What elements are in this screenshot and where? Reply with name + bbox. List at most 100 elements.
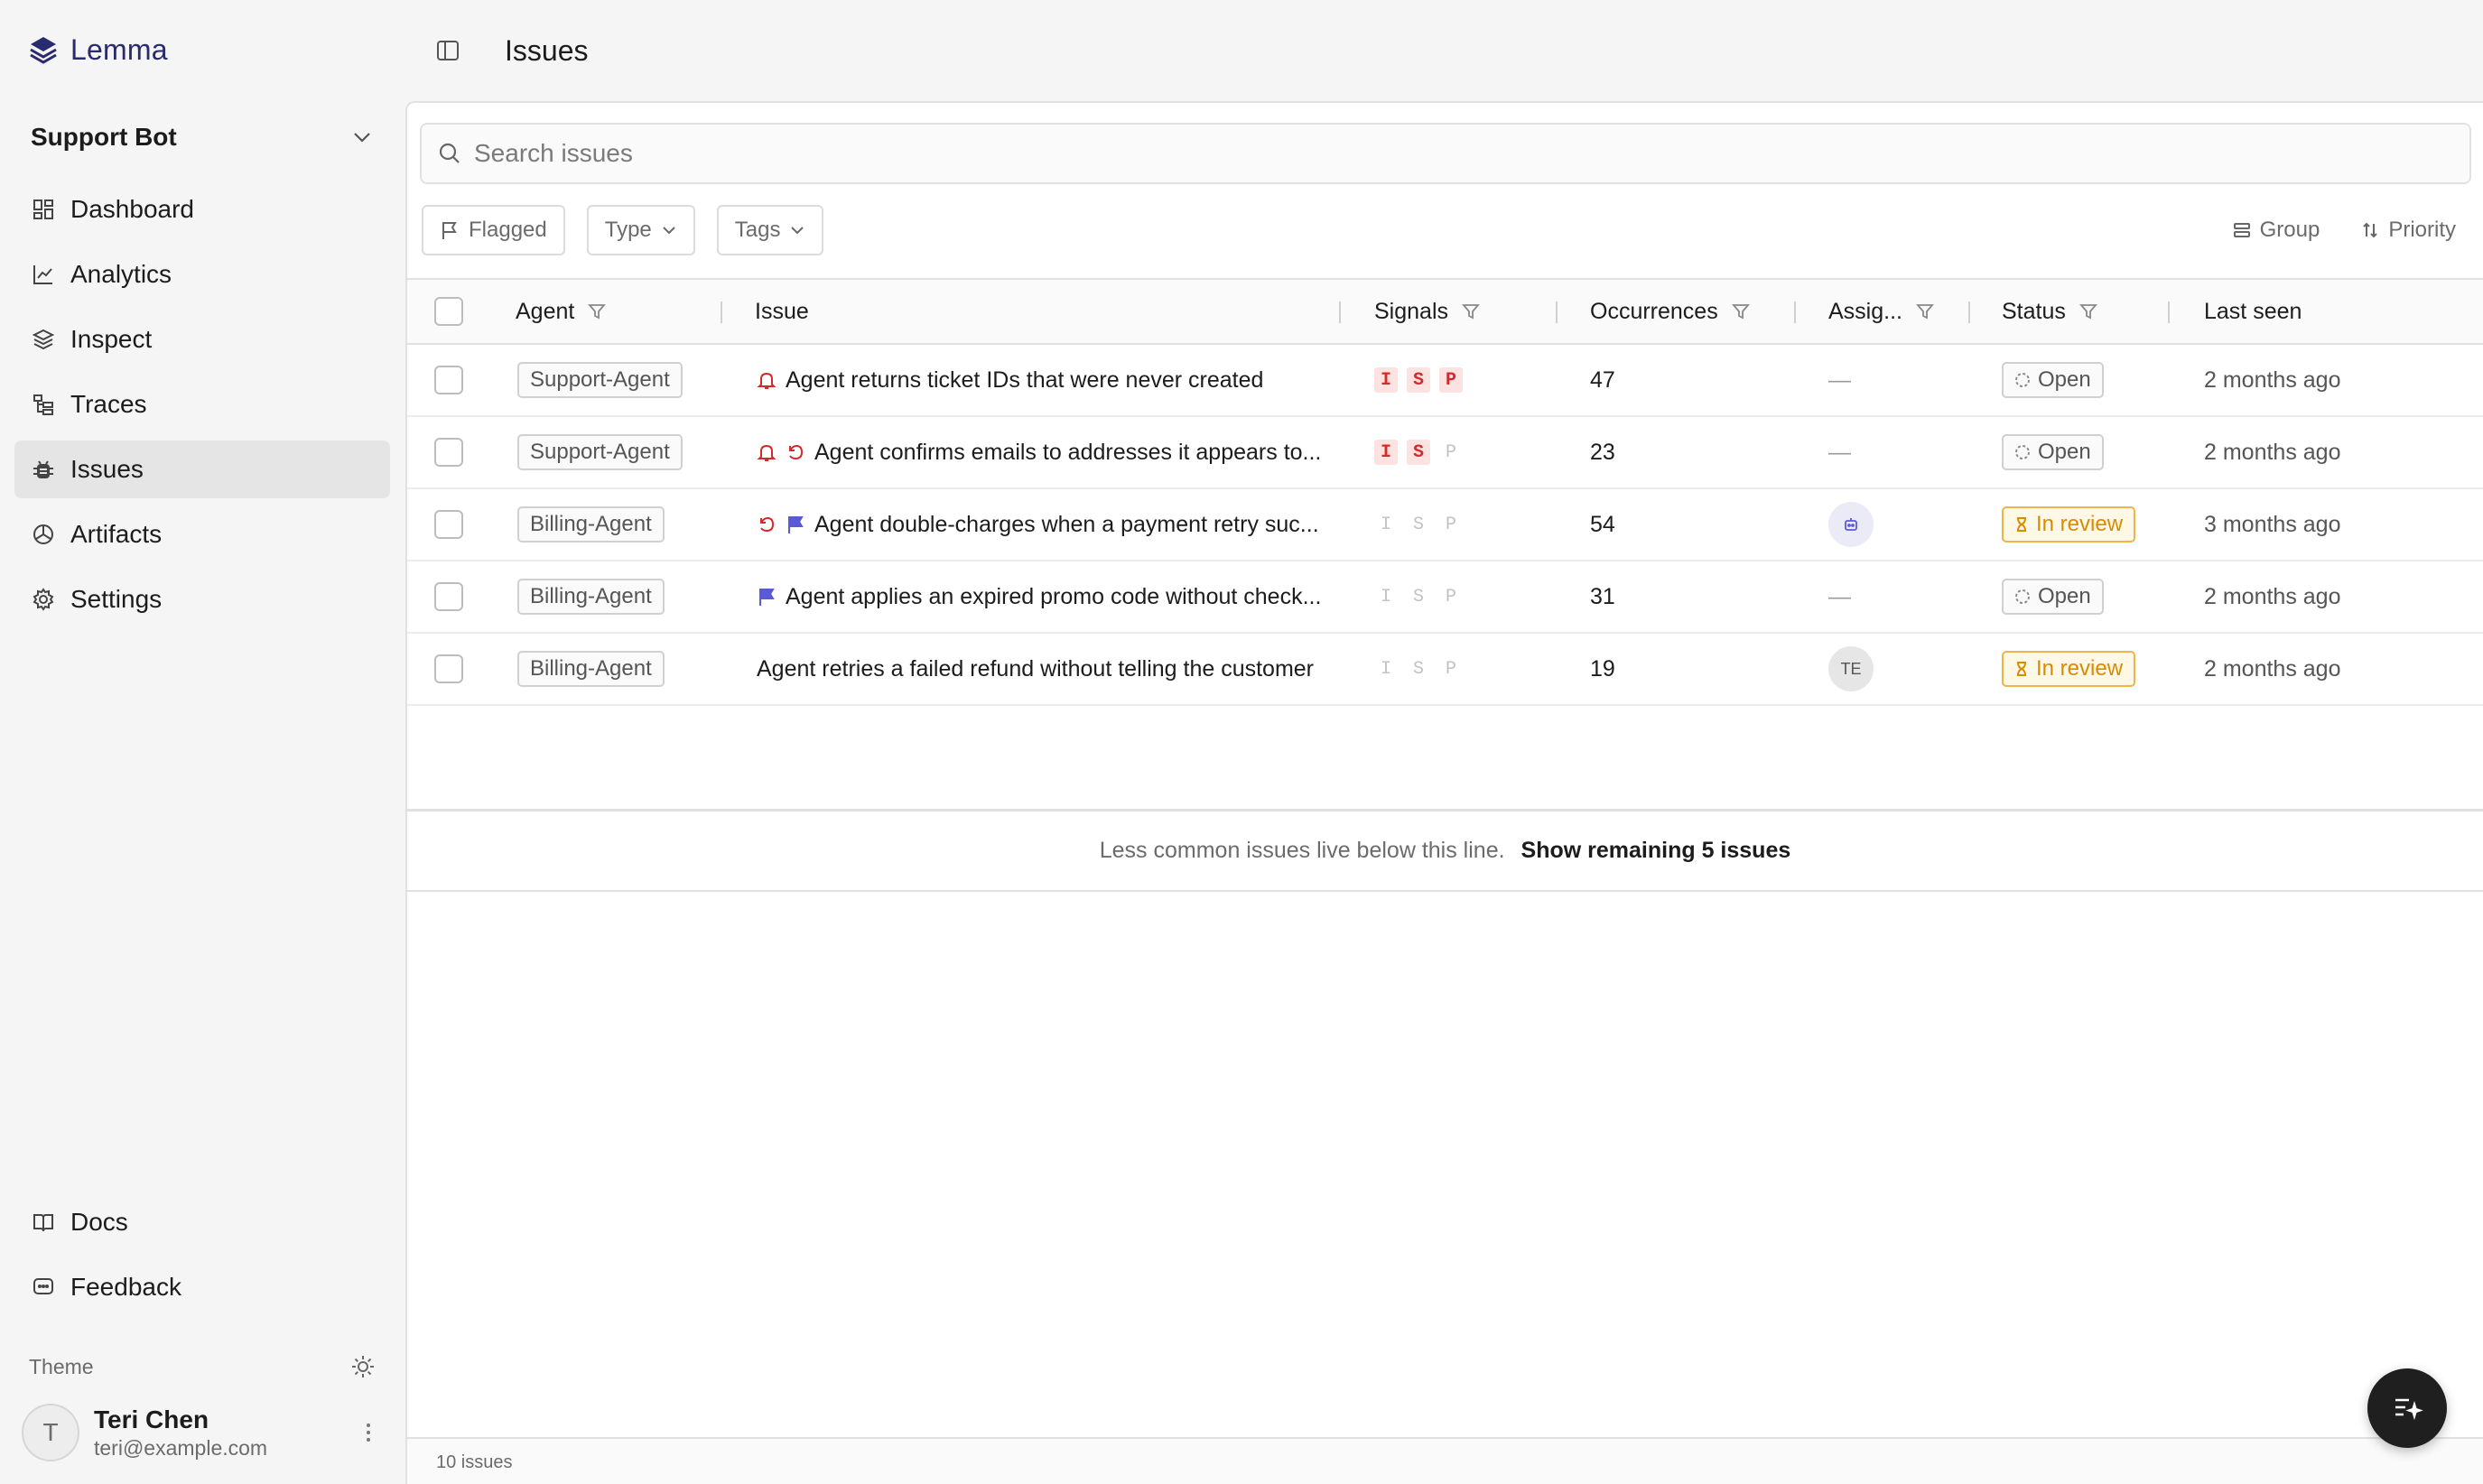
open-status-icon [2014,372,2031,388]
column-header-occurrences[interactable]: Occurrences [1590,280,1751,343]
sort-icon [2361,221,2379,239]
column-separator[interactable] [1556,301,1558,323]
show-remaining-link[interactable]: Show remaining 5 issues [1521,838,1791,864]
assignee-cell[interactable] [1828,489,1874,560]
row-select-cell [434,489,463,560]
column-separator[interactable] [1968,301,1970,323]
sidebar-item-label: Dashboard [70,195,194,223]
row-select-cell [434,417,463,487]
issue-cell[interactable]: Agent applies an expired promo code with… [757,561,1325,632]
sidebar-toggle-icon[interactable] [432,34,464,67]
agent-cell: Billing-Agent [517,489,665,560]
column-separator[interactable] [1339,301,1341,323]
last-seen-cell: 2 months ago [2204,366,2341,393]
select-all-checkbox[interactable] [434,297,463,326]
flag-icon [440,220,460,240]
filter-icon[interactable] [2078,301,2098,321]
agent-tag[interactable]: Billing-Agent [517,579,665,615]
column-separator[interactable] [721,301,722,323]
table-row[interactable]: Support-Agent Agent confirms emails to a… [407,417,2483,489]
sidebar-item-dashboard[interactable]: Dashboard [14,181,390,238]
table-row[interactable]: Billing-Agent Agent applies an expired p… [407,561,2483,634]
row-checkbox[interactable] [434,510,463,539]
user-card[interactable]: T Teri Chen teri@example.com [22,1401,383,1464]
bot-avatar [1828,502,1874,547]
issues-panel: Flagged Type Tags Group [405,101,2483,1484]
flagged-filter-button[interactable]: Flagged [422,205,565,255]
issue-cell[interactable]: Agent double-charges when a payment retr… [757,489,1325,560]
brand-name: Lemma [70,32,168,66]
status-badge[interactable]: Open [2002,434,2104,470]
agent-tag[interactable]: Support-Agent [517,362,683,398]
signal-badges: I S P [1374,584,1472,609]
bug-icon [31,457,56,482]
brand[interactable]: Lemma [27,31,168,69]
filter-icon[interactable] [1461,301,1481,321]
assignee-empty[interactable]: — [1828,417,1851,487]
group-label: Group [2259,218,2320,242]
sidebar-item-traces[interactable]: Traces [14,376,390,433]
assignee-empty[interactable]: — [1828,561,1851,632]
search-input[interactable] [474,139,2370,168]
sidebar-item-feedback[interactable]: Feedback [14,1258,390,1316]
sidebar-item-docs[interactable]: Docs [14,1193,390,1251]
project-name: Support Bot [31,123,177,151]
issue-icons [757,587,786,607]
column-separator[interactable] [2168,301,2170,323]
column-header-agent[interactable]: Agent [516,280,607,343]
status-cell: In review [2002,634,2136,704]
assignee-empty[interactable]: — [1828,345,1851,415]
agent-tag[interactable]: Support-Agent [517,434,683,470]
select-all-checkbox-cell [434,280,463,343]
chevron-down-icon [350,125,374,149]
status-badge[interactable]: Open [2002,362,2104,398]
row-checkbox[interactable] [434,582,463,611]
sidebar-item-settings[interactable]: Settings [14,570,390,628]
status-badge[interactable]: Open [2002,579,2104,615]
theme-label: Theme [29,1354,94,1378]
occurrences-cell: 19 [1590,655,1615,682]
agent-tag[interactable]: Billing-Agent [517,506,665,543]
group-button[interactable]: Group [2233,218,2320,243]
sidebar-item-analytics[interactable]: Analytics [14,246,390,303]
status-badge[interactable]: In review [2002,651,2136,687]
column-header-signals[interactable]: Signals [1374,280,1481,343]
search-box[interactable] [420,123,2471,184]
status-badge[interactable]: In review [2002,506,2136,543]
table-row[interactable]: Billing-Agent Agent retries a failed ref… [407,634,2483,706]
priority-sort-button[interactable]: Priority [2361,218,2456,243]
column-header-status[interactable]: Status [2002,280,2098,343]
open-status-icon [2014,589,2031,605]
assistant-fab-button[interactable] [2367,1368,2447,1448]
column-separator[interactable] [1794,301,1796,323]
filter-icon[interactable] [1915,301,1935,321]
project-switcher[interactable]: Support Bot [31,116,374,159]
sidebar-item-issues[interactable]: Issues [14,441,390,498]
sidebar-item-label: Artifacts [70,520,163,548]
signals-cell: I S P [1374,561,1472,632]
signal-badge-i: I [1374,440,1398,465]
column-header-last-seen[interactable]: Last seen [2204,280,2302,343]
type-filter-dropdown[interactable]: Type [586,205,695,255]
filter-icon[interactable] [587,301,607,321]
issue-cell[interactable]: Agent retries a failed refund without te… [757,634,1325,704]
row-checkbox[interactable] [434,366,463,394]
column-header-issue[interactable]: Issue [755,280,809,343]
sidebar-item-inspect[interactable]: Inspect [14,311,390,368]
table-row[interactable]: Billing-Agent Agent double-charges when … [407,489,2483,561]
sun-icon[interactable] [350,1354,376,1379]
filter-icon[interactable] [1731,301,1751,321]
signal-badge-s: S [1407,367,1430,393]
row-checkbox[interactable] [434,654,463,683]
assignee-cell[interactable]: TE [1828,634,1874,704]
sidebar-item-artifacts[interactable]: Artifacts [14,505,390,563]
row-checkbox[interactable] [434,438,463,467]
agent-tag[interactable]: Billing-Agent [517,651,665,687]
issue-cell[interactable]: Agent returns ticket IDs that were never… [757,345,1325,415]
undo-icon [786,442,805,462]
table-row[interactable]: Support-Agent Agent returns ticket IDs t… [407,345,2483,417]
tags-filter-dropdown[interactable]: Tags [716,205,824,255]
column-header-assignee[interactable]: Assig... [1828,280,1935,343]
more-vertical-icon[interactable] [354,1414,383,1451]
issue-cell[interactable]: Agent confirms emails to addresses it ap… [757,417,1325,487]
